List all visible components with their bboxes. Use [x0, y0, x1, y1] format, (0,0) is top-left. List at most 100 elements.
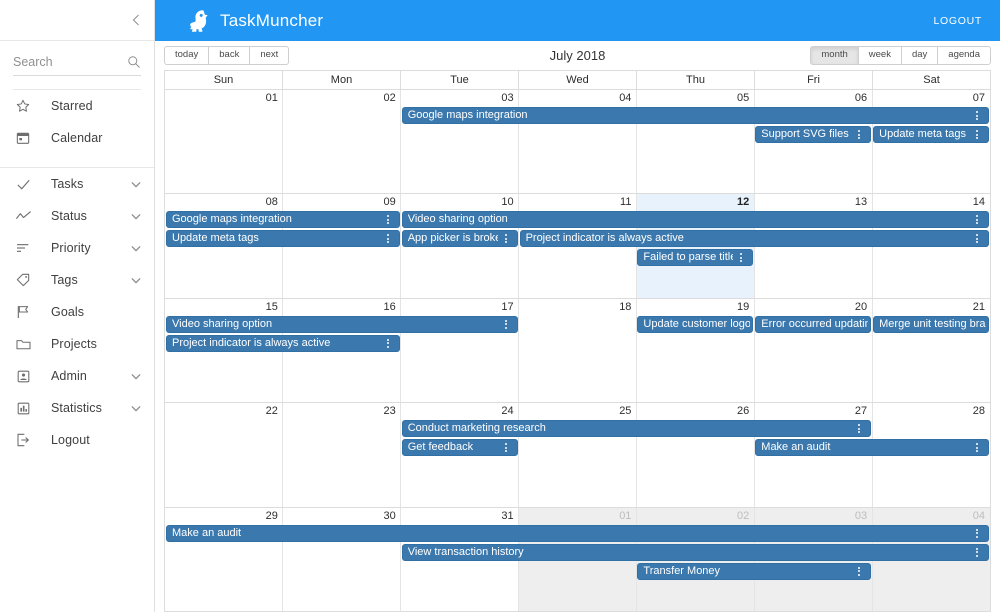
event-menu-icon[interactable]	[971, 215, 983, 225]
event-menu-icon[interactable]	[971, 130, 983, 139]
calendar-event[interactable]: Update customer logos	[637, 315, 754, 333]
day-number[interactable]: 23	[283, 403, 401, 419]
day-number[interactable]: 08	[165, 194, 283, 210]
sidebar-item-logout[interactable]: Logout	[0, 424, 154, 456]
calendar-event[interactable]: Merge unit testing branch	[873, 315, 989, 333]
calendar-event[interactable]: Project indicator is always active	[166, 334, 400, 352]
day-number[interactable]: 03	[401, 90, 519, 106]
sidebar-item-goals[interactable]: Goals	[0, 296, 154, 328]
calendar-event[interactable]: Video sharing option	[166, 315, 518, 333]
next-button[interactable]: next	[249, 45, 290, 66]
view-month-button[interactable]: month	[810, 45, 858, 66]
event-menu-icon[interactable]	[853, 130, 865, 139]
event-menu-icon[interactable]	[971, 528, 983, 538]
day-number[interactable]: 14	[872, 194, 990, 210]
today-button[interactable]: today	[164, 45, 209, 66]
view-week-button[interactable]: week	[857, 45, 901, 66]
calendar-event[interactable]: Make an audit	[166, 524, 989, 542]
calendar-event[interactable]: Update meta tags	[166, 230, 400, 248]
day-number[interactable]: 27	[754, 403, 872, 419]
calendar-event[interactable]: Support SVG files	[755, 126, 872, 143]
chevron-down-icon[interactable]	[131, 373, 141, 380]
calendar-event[interactable]: Google maps integration	[166, 211, 400, 229]
chevron-down-icon[interactable]	[131, 213, 141, 220]
sidebar-item-status[interactable]: Status	[0, 200, 154, 232]
event-menu-icon[interactable]	[971, 234, 983, 244]
sidebar-item-starred[interactable]: Starred	[0, 90, 154, 122]
chevron-down-icon[interactable]	[131, 245, 141, 252]
event-menu-icon[interactable]	[500, 234, 512, 244]
calendar-event[interactable]: Transfer Money	[637, 562, 872, 580]
sidebar-item-tasks[interactable]: Tasks	[0, 168, 154, 200]
sidebar-item-projects[interactable]: Projects	[0, 328, 154, 360]
day-number[interactable]: 04	[519, 90, 637, 106]
calendar-event[interactable]: View transaction history	[401, 543, 989, 561]
event-menu-icon[interactable]	[382, 234, 394, 244]
day-number[interactable]: 02	[283, 90, 401, 106]
day-number[interactable]: 05	[636, 90, 754, 106]
chevron-left-icon[interactable]	[132, 14, 140, 26]
calendar-event[interactable]: Error occurred updating	[755, 315, 872, 333]
day-number[interactable]: 01	[519, 508, 637, 524]
logout-button[interactable]: LOGOUT	[933, 15, 982, 27]
event-menu-icon[interactable]	[735, 253, 747, 263]
day-number[interactable]: 04	[872, 508, 990, 524]
event-menu-icon[interactable]	[971, 443, 983, 453]
chevron-down-icon[interactable]	[131, 181, 141, 188]
calendar-event[interactable]: Video sharing option	[401, 211, 989, 229]
event-menu-icon[interactable]	[971, 111, 983, 120]
calendar-event[interactable]: Conduct marketing research	[401, 420, 872, 438]
calendar-event[interactable]: Google maps integration	[401, 107, 989, 124]
day-number[interactable]: 24	[401, 403, 519, 419]
event-menu-icon[interactable]	[500, 443, 512, 453]
event-menu-icon[interactable]	[500, 319, 512, 329]
back-button[interactable]: back	[208, 45, 250, 66]
day-number[interactable]: 31	[401, 508, 519, 524]
day-number[interactable]: 09	[283, 194, 401, 210]
day-number[interactable]: 11	[519, 194, 637, 210]
view-agenda-button[interactable]: agenda	[937, 45, 991, 66]
view-day-button[interactable]: day	[900, 45, 938, 66]
day-number[interactable]: 18	[519, 299, 637, 315]
chevron-down-icon[interactable]	[131, 405, 141, 412]
calendar-event[interactable]: Failed to parse title	[637, 249, 754, 267]
day-number[interactable]: 13	[754, 194, 872, 210]
event-menu-icon[interactable]	[971, 547, 983, 557]
calendar-event[interactable]: Make an audit	[755, 439, 989, 457]
day-number[interactable]: 21	[872, 299, 990, 315]
sidebar-item-tags[interactable]: Tags	[0, 264, 154, 296]
day-number[interactable]: 15	[165, 299, 283, 315]
event-menu-icon[interactable]	[382, 215, 394, 225]
event-menu-icon[interactable]	[853, 424, 865, 434]
day-number[interactable]: 01	[165, 90, 283, 106]
calendar-event[interactable]: Update meta tags	[873, 126, 989, 143]
day-number[interactable]: 30	[283, 508, 401, 524]
sidebar-item-statistics[interactable]: Statistics	[0, 392, 154, 424]
day-number[interactable]: 29	[165, 508, 283, 524]
day-number[interactable]: 20	[754, 299, 872, 315]
day-number[interactable]: 26	[636, 403, 754, 419]
sidebar-item-calendar[interactable]: Calendar	[0, 122, 154, 154]
day-number[interactable]: 12	[636, 194, 754, 210]
day-number[interactable]: 03	[754, 508, 872, 524]
calendar-event[interactable]: App picker is broken	[401, 230, 518, 248]
day-number[interactable]: 22	[165, 403, 283, 419]
sidebar-item-priority[interactable]: Priority	[0, 232, 154, 264]
day-number[interactable]: 02	[636, 508, 754, 524]
search-input[interactable]	[13, 55, 113, 69]
event-menu-icon[interactable]	[853, 566, 865, 576]
day-number[interactable]: 19	[636, 299, 754, 315]
search-icon[interactable]	[127, 55, 141, 69]
day-number[interactable]: 06	[754, 90, 872, 106]
day-number[interactable]: 07	[872, 90, 990, 106]
calendar-event[interactable]: Project indicator is always active	[519, 230, 989, 248]
day-number[interactable]: 10	[401, 194, 519, 210]
day-number[interactable]: 17	[401, 299, 519, 315]
day-number[interactable]: 25	[519, 403, 637, 419]
sidebar-item-admin[interactable]: Admin	[0, 360, 154, 392]
calendar-event[interactable]: Get feedback	[401, 439, 518, 457]
day-number[interactable]: 16	[283, 299, 401, 315]
day-number[interactable]: 28	[872, 403, 990, 419]
event-menu-icon[interactable]	[382, 338, 394, 348]
chevron-down-icon[interactable]	[131, 277, 141, 284]
